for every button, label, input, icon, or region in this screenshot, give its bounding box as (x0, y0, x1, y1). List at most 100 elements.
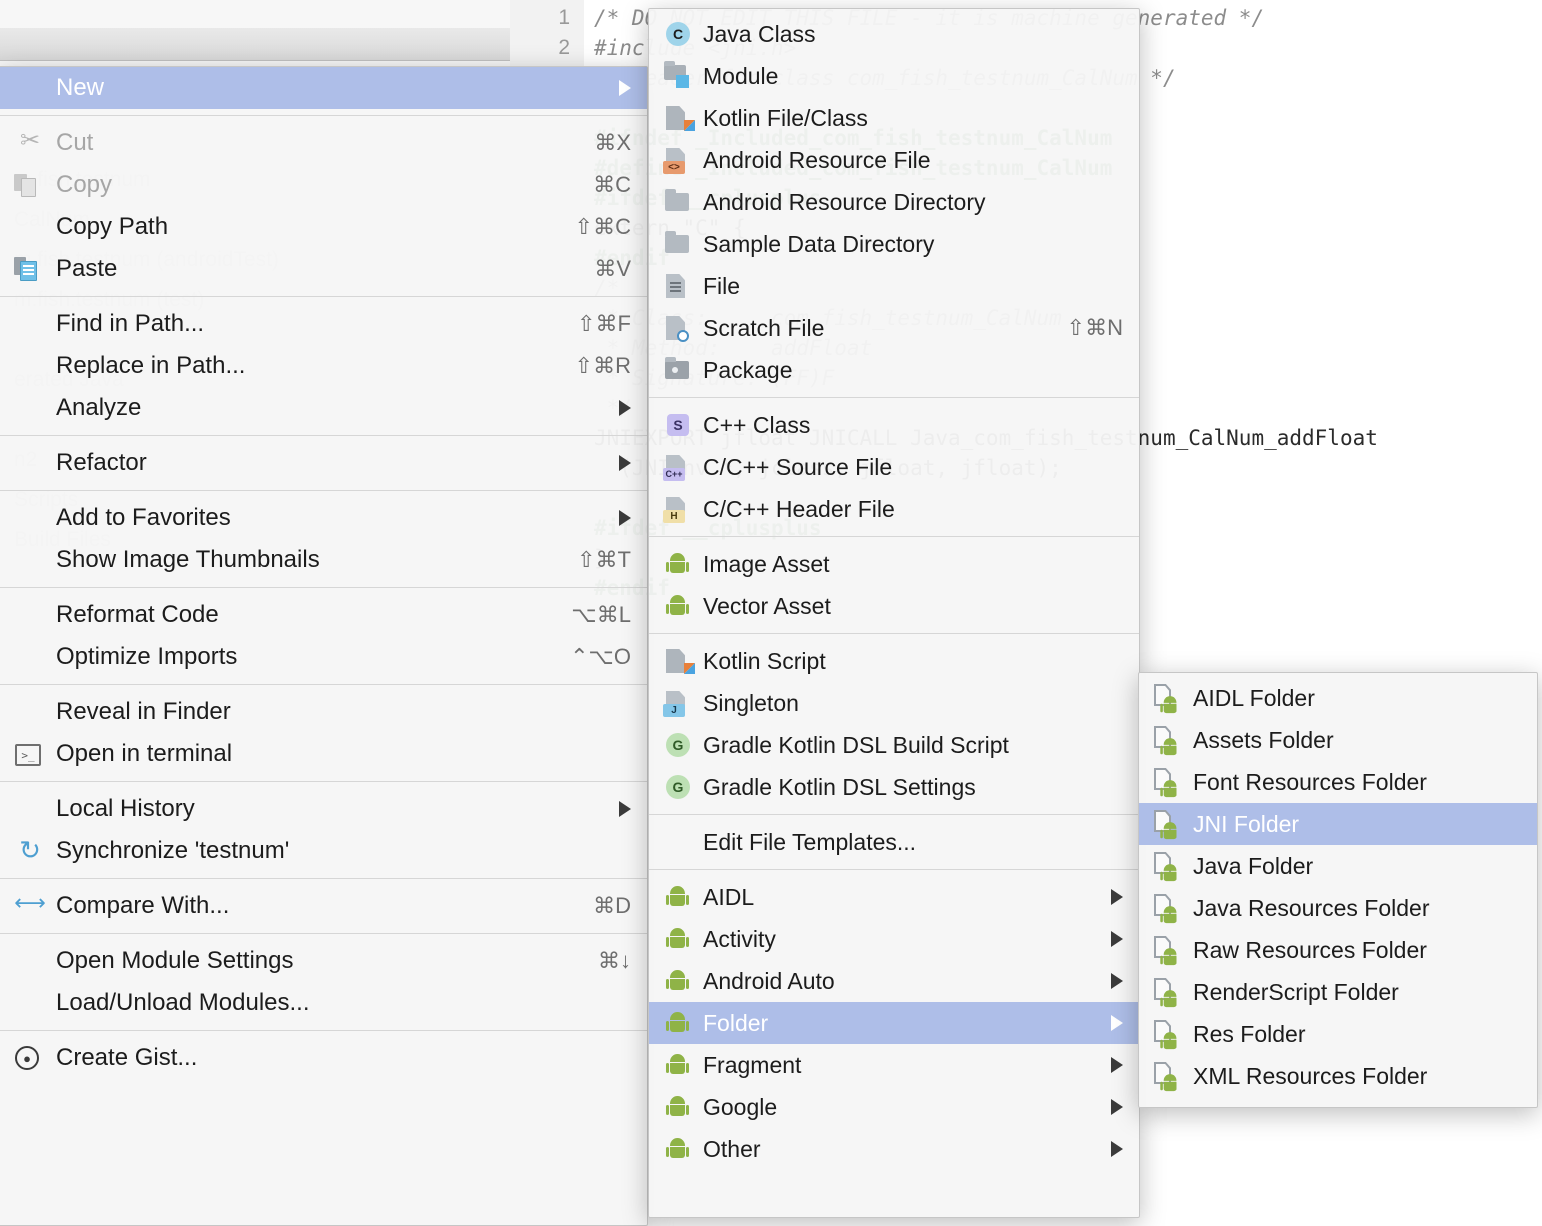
menu-separator (0, 115, 647, 116)
menu-item-xml-resources-folder[interactable]: XML Resources Folder (1139, 1055, 1537, 1097)
menu-item-label: Show Image Thumbnails (56, 546, 320, 573)
menu-item-label: Scratch File (703, 314, 825, 341)
menu-item-optimize-imports[interactable]: Optimize Imports ⌃⌥O (0, 636, 647, 678)
menu-item-add-to-favorites[interactable]: Add to Favorites (0, 497, 647, 539)
menu-separator (0, 878, 647, 879)
menu-item-image-asset[interactable]: Image Asset (649, 543, 1139, 585)
menu-item-new[interactable]: New (0, 67, 647, 109)
menu-item-fragment[interactable]: Fragment (649, 1044, 1139, 1086)
menu-item-raw-resources-folder[interactable]: Raw Resources Folder (1139, 929, 1537, 971)
menu-item-shortcut: ⇧⌘N (1066, 315, 1123, 340)
menu-item-replace-in-path[interactable]: Replace in Path... ⇧⌘R (0, 345, 647, 387)
menu-item-label: Refactor (56, 449, 147, 476)
menu-item-label: Folder (703, 1009, 769, 1036)
menu-item-module[interactable]: Module (649, 55, 1139, 97)
android-icon (666, 886, 689, 906)
menu-item-package[interactable]: Package (649, 349, 1139, 391)
menu-item-icon-slot: ⟷ (12, 892, 48, 920)
menu-item-synchronize-testnum[interactable]: ↻ Synchronize 'testnum' (0, 830, 647, 872)
menu-item-sample-data-directory[interactable]: Sample Data Directory (649, 223, 1139, 265)
menu-item-aidl-folder[interactable]: AIDL Folder (1139, 677, 1537, 719)
menu-item-open-module-settings[interactable]: Open Module Settings ⌘↓ (0, 940, 647, 982)
folder-icon (665, 231, 689, 253)
menu-item-icon-slot (12, 394, 48, 422)
menu-item-android-resource-file[interactable]: <> Android Resource File (649, 139, 1139, 181)
menu-item-label: Raw Resources Folder (1193, 936, 1427, 963)
menu-separator (649, 536, 1139, 537)
menu-item-label: Find in Path... (56, 310, 205, 337)
menu-item-icon-slot (663, 230, 697, 258)
menu-item-android-auto[interactable]: Android Auto (649, 960, 1139, 1002)
menu-item-label: Compare With... (56, 892, 230, 919)
menu-item-kotlin-file-class[interactable]: Kotlin File/Class (649, 97, 1139, 139)
menu-item-find-in-path[interactable]: Find in Path... ⇧⌘F (0, 303, 647, 345)
menu-item-aidl[interactable]: AIDL (649, 876, 1139, 918)
menu-item-local-history[interactable]: Local History (0, 788, 647, 830)
menu-item-android-resource-directory[interactable]: Android Resource Directory (649, 181, 1139, 223)
folder-submenu[interactable]: AIDL Folder Assets Folder Font Resources F… (1138, 672, 1538, 1108)
menu-item-c-class[interactable]: S C++ Class (649, 404, 1139, 446)
submenu-arrow-icon (619, 400, 631, 416)
menu-item-java-folder[interactable]: Java Folder (1139, 845, 1537, 887)
menu-item-show-image-thumbnails[interactable]: Show Image Thumbnails ⇧⌘T (0, 539, 647, 581)
menu-separator (0, 587, 647, 588)
menu-item-label: Android Auto (703, 967, 835, 994)
menu-item-label: Open in terminal (56, 740, 233, 767)
menu-item-label: JNI Folder (1193, 810, 1300, 837)
menu-item-edit-file-templates[interactable]: Edit File Templates... (649, 821, 1139, 863)
menu-item-icon-slot (12, 352, 48, 380)
new-submenu[interactable]: C Java Class Module Kotlin File/Class <> Andr… (648, 8, 1140, 1218)
menu-item-icon-slot: ● (12, 1044, 48, 1072)
menu-item-label: Cut (56, 129, 94, 156)
menu-item-kotlin-script[interactable]: Kotlin Script (649, 640, 1139, 682)
menu-separator (0, 1030, 647, 1031)
menu-item-icon-slot (1153, 936, 1187, 966)
menu-item-assets-folder[interactable]: Assets Folder (1139, 719, 1537, 761)
menu-item-icon-slot (663, 356, 697, 384)
menu-item-create-gist[interactable]: ● Create Gist... (0, 1037, 647, 1079)
menu-item-label: Copy Path (56, 213, 169, 240)
menu-item-icon-slot (1153, 1062, 1187, 1092)
menu-item-icon-slot (1153, 684, 1187, 714)
menu-item-activity[interactable]: Activity (649, 918, 1139, 960)
menu-item-paste[interactable]: Paste ⌘V (0, 248, 647, 290)
menu-item-icon-slot: H (663, 495, 697, 523)
menu-item-c-c-source-file[interactable]: C++ C/C++ Source File (649, 446, 1139, 488)
menu-item-gradle-kotlin-dsl-build-script[interactable]: G Gradle Kotlin DSL Build Script (649, 724, 1139, 766)
menu-separator (0, 781, 647, 782)
menu-item-icon-slot: G (663, 773, 697, 801)
menu-item-cut[interactable]: ✂ Cut ⌘X (0, 122, 647, 164)
menu-item-java-class[interactable]: C Java Class (649, 13, 1139, 55)
submenu-arrow-icon (619, 455, 631, 471)
menu-item-reformat-code[interactable]: Reformat Code ⌥⌘L (0, 594, 647, 636)
menu-item-file[interactable]: File (649, 265, 1139, 307)
menu-item-java-resources-folder[interactable]: Java Resources Folder (1139, 887, 1537, 929)
menu-item-open-in-terminal[interactable]: >_ Open in terminal (0, 733, 647, 775)
menu-item-icon-slot (1153, 768, 1187, 798)
menu-item-c-c-header-file[interactable]: H C/C++ Header File (649, 488, 1139, 530)
menu-item-label: Assets Folder (1193, 726, 1334, 753)
menu-item-copy[interactable]: Copy ⌘C (0, 164, 647, 206)
menu-item-compare-with[interactable]: ⟷ Compare With... ⌘D (0, 885, 647, 927)
menu-item-singleton[interactable]: J Singleton (649, 682, 1139, 724)
menu-item-scratch-file[interactable]: Scratch File ⇧⌘N (649, 307, 1139, 349)
menu-item-refactor[interactable]: Refactor (0, 442, 647, 484)
menu-item-other[interactable]: Other (649, 1128, 1139, 1170)
menu-item-jni-folder[interactable]: JNI Folder (1139, 803, 1537, 845)
menu-item-reveal-in-finder[interactable]: Reveal in Finder (0, 691, 647, 733)
menu-item-gradle-kotlin-dsl-settings[interactable]: G Gradle Kotlin DSL Settings (649, 766, 1139, 808)
menu-item-google[interactable]: Google (649, 1086, 1139, 1128)
menu-item-copy-path[interactable]: Copy Path ⇧⌘C (0, 206, 647, 248)
menu-item-folder[interactable]: Folder (649, 1002, 1139, 1044)
project-context-menu[interactable]: New ✂ Cut ⌘X Copy ⌘C Copy Path ⇧⌘C Paste ⌘V Find i… (0, 66, 648, 1226)
menu-item-font-resources-folder[interactable]: Font Resources Folder (1139, 761, 1537, 803)
menu-item-icon-slot (12, 171, 48, 199)
menu-item-label: RenderScript Folder (1193, 978, 1399, 1005)
menu-item-renderscript-folder[interactable]: RenderScript Folder (1139, 971, 1537, 1013)
menu-item-shortcut: ⌘X (594, 130, 631, 155)
menu-item-label: Copy (56, 171, 113, 198)
menu-item-res-folder[interactable]: Res Folder (1139, 1013, 1537, 1055)
menu-item-load-unload-modules[interactable]: Load/Unload Modules... (0, 982, 647, 1024)
menu-item-analyze[interactable]: Analyze (0, 387, 647, 429)
menu-item-vector-asset[interactable]: Vector Asset (649, 585, 1139, 627)
